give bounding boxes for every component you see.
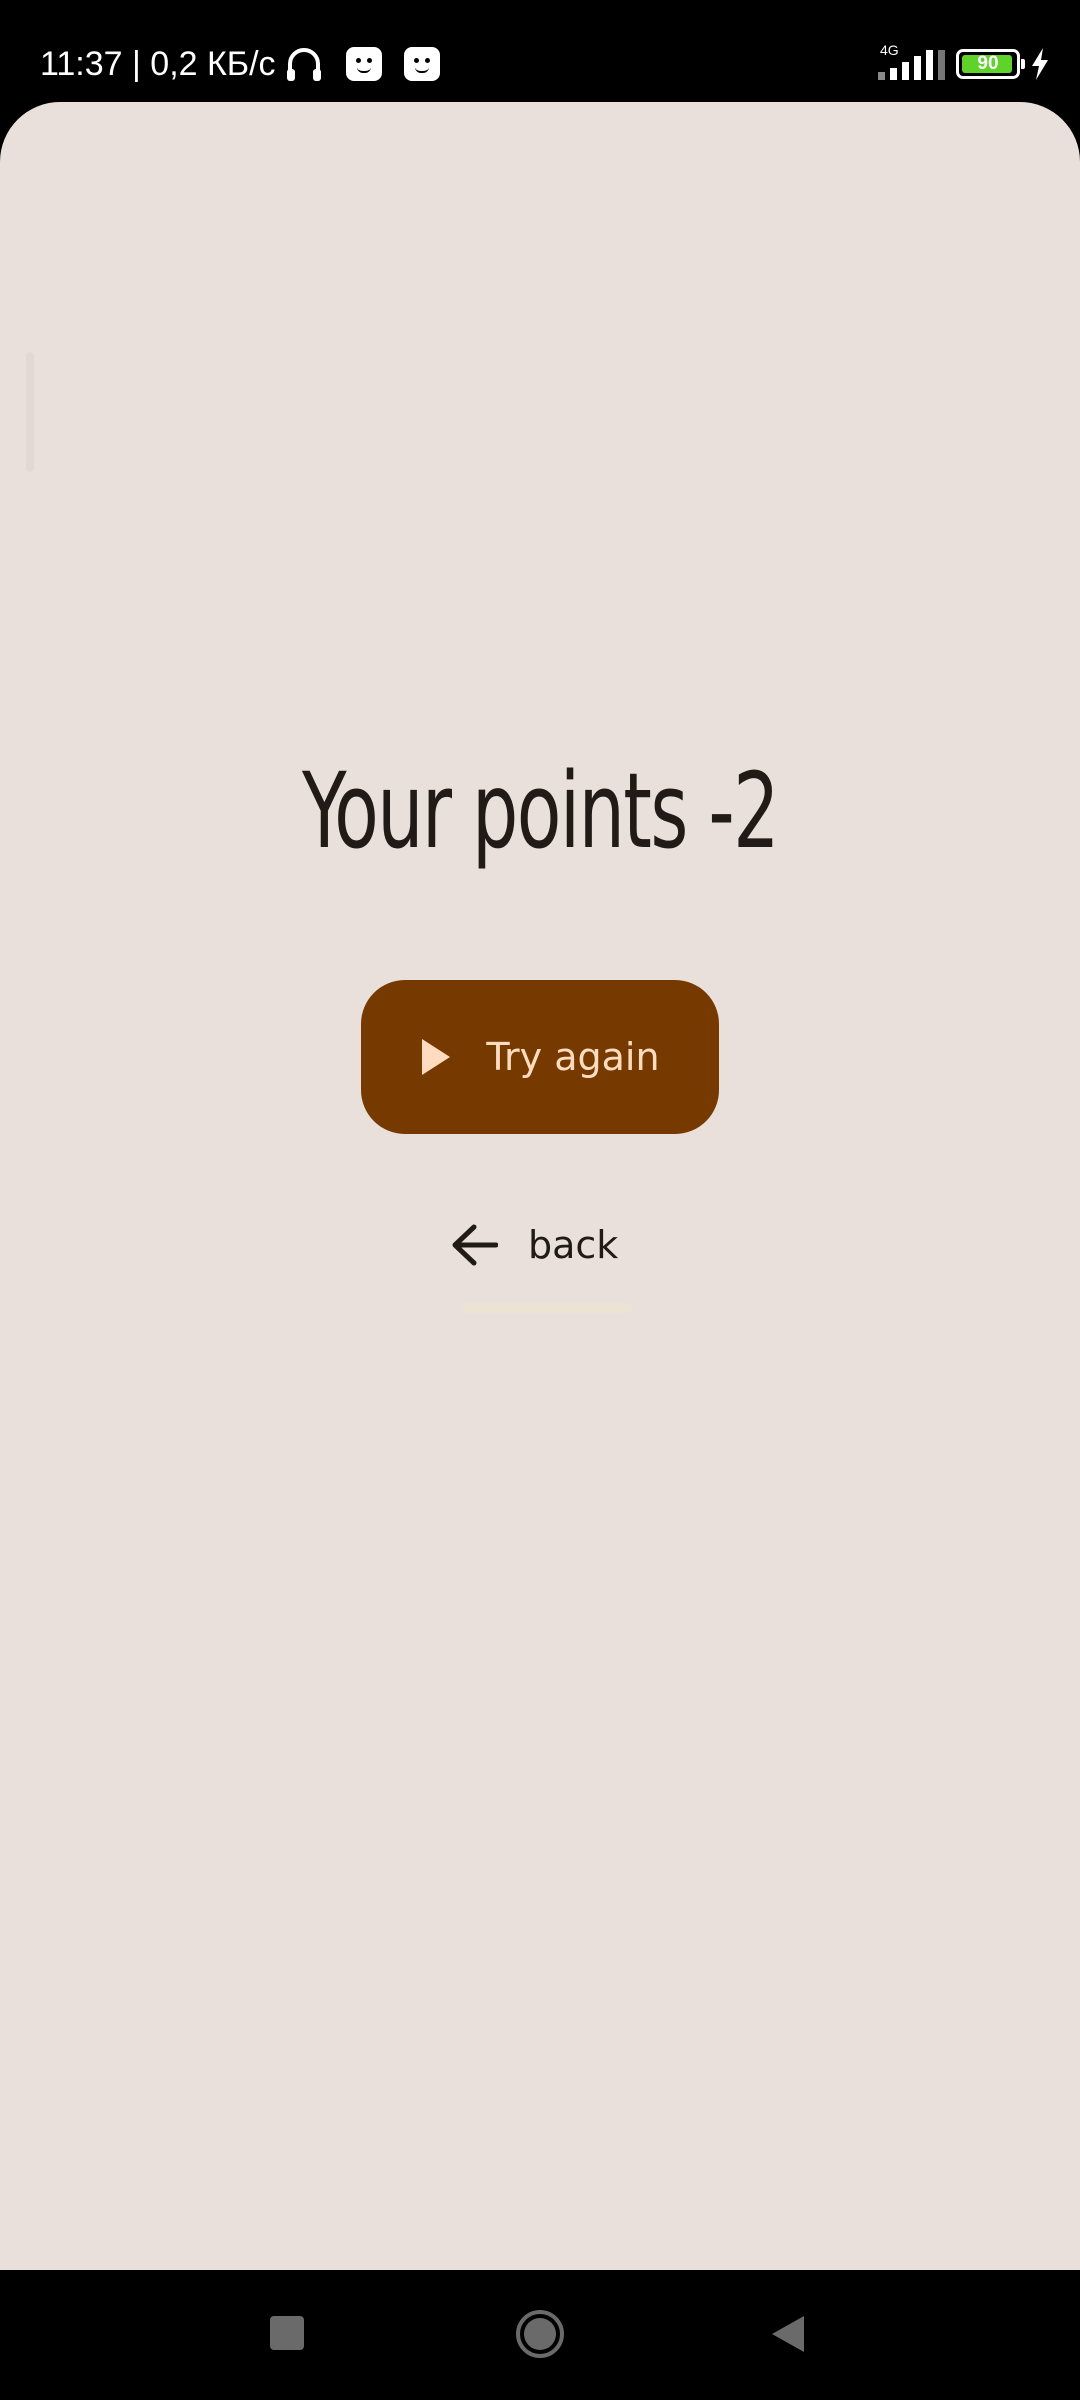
try-again-button[interactable]: Try again [361,980,719,1134]
edge-handle[interactable] [26,352,34,472]
status-left: 11:37 | 0,2 КБ/с [40,38,440,90]
battery-icon: 90 [956,49,1025,79]
back-button[interactable]: back [450,1210,630,1280]
status-time: 11:37 | 0,2 КБ/с [40,44,276,83]
network-type: 4G [880,42,899,58]
score-title: Your points -2 [301,750,780,872]
play-icon [422,1039,451,1075]
back-icon[interactable] [770,2314,806,2354]
recents-icon[interactable] [270,2316,304,2350]
app-surface [0,102,1080,2270]
app-notification-icon [403,47,440,81]
status-right: 4G 90 [874,42,1050,86]
try-again-label: Try again [486,1035,660,1079]
signal-icon: 4G [874,42,946,84]
app-notification-icon [345,47,382,81]
battery-level: 90 [977,53,999,74]
arrow-left-icon [452,1224,498,1266]
headphones-icon [286,48,321,81]
home-icon[interactable] [516,2310,564,2358]
charging-bolt-icon [1032,48,1048,80]
status-bar: 11:37 | 0,2 КБ/с 4G 90 [0,0,1080,100]
back-label: back [528,1223,619,1267]
back-underline [462,1303,632,1313]
